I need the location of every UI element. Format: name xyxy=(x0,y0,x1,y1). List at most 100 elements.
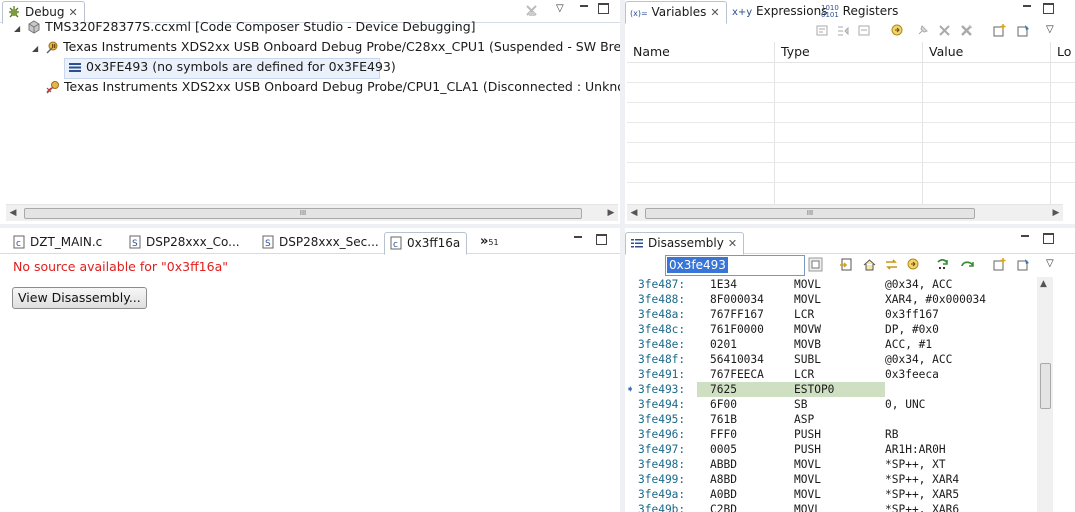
scroll-thumb[interactable] xyxy=(1040,363,1051,409)
tree-item-cpu1[interactable]: ◢ Texas Instruments XDS2xx USB Onboard D… xyxy=(32,38,620,56)
close-icon[interactable]: ✕ xyxy=(710,3,719,23)
tab-0x3ff16a[interactable]: c 0x3ff16a xyxy=(384,232,468,255)
row-line xyxy=(627,162,1075,163)
view-menu-icon[interactable]: ▽ xyxy=(1046,24,1054,35)
pin-icon[interactable] xyxy=(915,23,930,38)
disassembly-row[interactable]: 3fe491: 767FEECA LCR 0x3feeca xyxy=(625,367,1037,382)
disassembly-mn: LCR xyxy=(794,308,815,321)
tab-overflow[interactable]: »51 xyxy=(476,230,505,252)
expand-down-icon[interactable]: ◢ xyxy=(14,24,20,33)
disassembly-addr: 3fe48c: xyxy=(638,323,686,336)
view-menu-icon[interactable]: ▽ xyxy=(556,3,564,14)
tab-disassembly[interactable]: Disassembly ✕ xyxy=(625,232,745,255)
new-expression-icon[interactable] xyxy=(815,23,830,38)
refresh-icon[interactable] xyxy=(890,23,905,38)
scroll-thumb[interactable]: III xyxy=(645,208,975,219)
disassembly-row[interactable]: 3fe49b: C2BD MOVL *SP++, XAR6 xyxy=(625,502,1037,512)
tab-registers[interactable]: 1010 0101 Registers xyxy=(817,0,904,22)
minimize-button[interactable] xyxy=(1019,232,1031,247)
disassembly-mn: MOVL xyxy=(794,458,821,471)
disassembly-row[interactable]: 3fe49a: A0BD MOVL *SP++, XAR5 xyxy=(625,487,1037,502)
pin-view-icon[interactable] xyxy=(1016,257,1031,272)
scroll-right-icon[interactable]: ▶ xyxy=(604,205,618,221)
disassembly-row[interactable]: 3fe499: A8BD MOVL *SP++, XAR4 xyxy=(625,472,1037,487)
collapse-all-icon[interactable] xyxy=(836,23,851,38)
maximize-button[interactable] xyxy=(598,3,609,17)
tree-item-ccxml[interactable]: ◢ TMS320F28377S.ccxml [Code Composer Stu… xyxy=(14,18,476,36)
minimize-button[interactable] xyxy=(1021,2,1033,17)
column-header-name[interactable]: Name xyxy=(627,42,773,62)
tree-item-stack-frame[interactable]: 0x3FE493 (no symbols are defined for 0x3… xyxy=(68,58,396,76)
tab-dzt-main[interactable]: c DZT_MAIN.c xyxy=(8,231,108,253)
remove-terminated-icon[interactable] xyxy=(524,3,539,18)
variables-horizontal-scrollbar[interactable]: ◀ III ▶ xyxy=(627,204,1063,221)
disassembly-row[interactable]: 3fe494: 6F00 SB 0, UNC xyxy=(625,397,1037,412)
disassembly-row[interactable]: 3fe488: 8F000034 MOVL XAR4, #0x000034 xyxy=(625,292,1037,307)
column-divider xyxy=(1050,42,1051,204)
disassembly-row[interactable]: 3fe487: 1E34 MOVL @0x34, ACC xyxy=(625,277,1037,292)
disassembly-args: RB xyxy=(885,428,899,441)
column-header-type[interactable]: Type xyxy=(775,42,921,62)
address-history-icon[interactable] xyxy=(808,257,823,272)
disassembly-args: AR1H:AR0H xyxy=(885,443,946,456)
refresh-icon[interactable] xyxy=(906,257,921,272)
disassembly-mn: MOVW xyxy=(794,323,821,336)
tree-item-cla1[interactable]: Texas Instruments XDS2xx USB Onboard Deb… xyxy=(46,78,620,96)
column-header-value[interactable]: Value xyxy=(923,42,1049,62)
address-input-box[interactable]: 0x3fe493 xyxy=(665,255,805,276)
disassembly-row[interactable]: 3fe48f: 56410034 SUBL @0x34, ACC xyxy=(625,352,1037,367)
disassembly-op: 0201 xyxy=(710,338,737,351)
pin-view-icon[interactable] xyxy=(1016,23,1031,38)
disassembly-op: 7625 xyxy=(710,383,737,396)
disassembly-row[interactable]: 3fe48c: 761F0000 MOVW DP, #0x0 xyxy=(625,322,1037,337)
scroll-left-icon[interactable]: ◀ xyxy=(6,205,20,221)
maximize-button[interactable] xyxy=(596,234,607,248)
minimize-button[interactable] xyxy=(572,233,584,248)
maximize-button[interactable] xyxy=(1043,3,1054,17)
tab-variables[interactable]: (x)= Variables ✕ xyxy=(625,1,727,24)
expand-down-icon[interactable]: ◢ xyxy=(32,44,38,53)
step-over-icon[interactable] xyxy=(960,257,975,272)
disassembly-row[interactable]: 3fe48e: 0201 MOVB ACC, #1 xyxy=(625,337,1037,352)
disassembly-row[interactable]: 3fe493: 7625 ESTOP0 xyxy=(625,382,1037,397)
scroll-right-icon[interactable]: ▶ xyxy=(1049,205,1063,221)
view-disassembly-button[interactable]: View Disassembly... xyxy=(12,287,147,309)
go-to-address-icon[interactable] xyxy=(839,257,854,272)
maximize-button[interactable] xyxy=(1043,233,1054,247)
debug-view: Debug ✕ ▽ ◢ TMS320F28377S.ccxml [Code Com… xyxy=(0,0,620,224)
new-view-icon[interactable] xyxy=(992,23,1007,38)
scroll-left-icon[interactable]: ◀ xyxy=(627,205,641,221)
close-icon[interactable]: ✕ xyxy=(728,234,737,254)
new-view-icon[interactable] xyxy=(992,257,1007,272)
disassembly-listing[interactable]: ➧ 3fe487: 1E34 MOVL @0x34, ACC 3fe488: 8F0000… xyxy=(625,277,1037,512)
sync-icon[interactable] xyxy=(884,257,899,272)
view-menu-icon[interactable]: ▽ xyxy=(1046,258,1054,269)
scroll-thumb[interactable]: III xyxy=(24,208,582,219)
remove-icon[interactable] xyxy=(937,23,952,38)
step-into-icon[interactable] xyxy=(936,257,951,272)
disassembly-args: *SP++, XAR4 xyxy=(885,473,960,486)
disassembly-row[interactable]: 3fe498: ABBD MOVL *SP++, XT xyxy=(625,457,1037,472)
editor-area: c DZT_MAIN.c S DSP28xxx_Co... S DSP28xxx_Se… xyxy=(0,228,620,512)
show-type-icon[interactable] xyxy=(857,23,872,38)
minimize-button[interactable] xyxy=(578,2,590,17)
disassembly-row[interactable]: 3fe495: 761B ASP xyxy=(625,412,1037,427)
address-input[interactable]: 0x3fe493 xyxy=(667,257,728,273)
disassembly-row[interactable]: 3fe496: FFF0 PUSH RB xyxy=(625,427,1037,442)
disassembly-addr: 3fe48a: xyxy=(638,308,686,321)
column-header-location[interactable]: Lo xyxy=(1051,42,1075,62)
disassembly-row[interactable]: 3fe497: 0005 PUSH AR1H:AR0H xyxy=(625,442,1037,457)
tab-dsp28xxx-sec[interactable]: S DSP28xxx_Sec... xyxy=(257,231,385,253)
tree-item-stack-frame-label: 0x3FE493 (no symbols are defined for 0x3… xyxy=(86,59,396,74)
disassembly-addr: 3fe498: xyxy=(638,458,686,471)
debug-horizontal-scrollbar[interactable]: ◀ III ▶ xyxy=(6,204,618,221)
home-icon[interactable] xyxy=(862,257,877,272)
scroll-up-icon[interactable]: ▲ xyxy=(1040,279,1047,289)
disassembly-row[interactable]: 3fe48a: 767FF167 LCR 0x3ff167 xyxy=(625,307,1037,322)
remove-all-icon[interactable] xyxy=(959,23,974,38)
disassembly-vertical-scrollbar[interactable]: ▲ xyxy=(1037,277,1053,512)
asm-file-icon: S xyxy=(262,235,274,249)
disassembly-args: XAR4, #0x000034 xyxy=(885,293,987,306)
tree-item-cpu1-label: Texas Instruments XDS2xx USB Onboard Deb… xyxy=(63,39,620,54)
tab-dsp28xxx-co[interactable]: S DSP28xxx_Co... xyxy=(124,231,246,253)
